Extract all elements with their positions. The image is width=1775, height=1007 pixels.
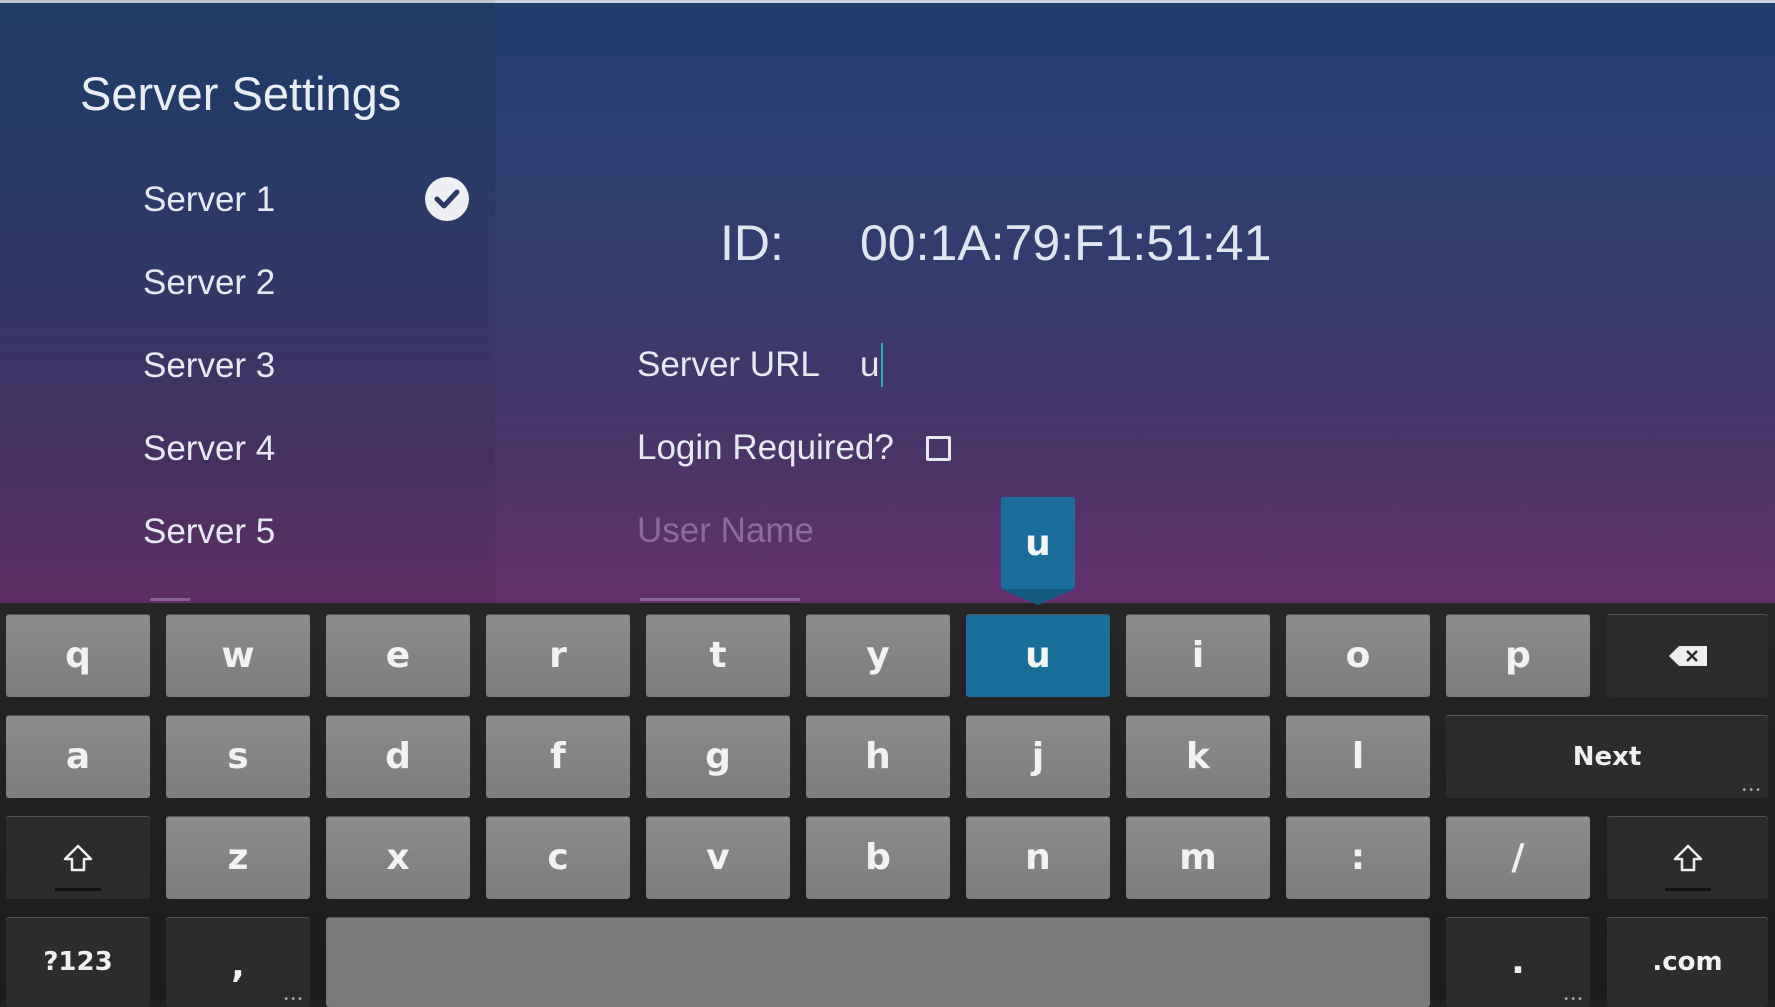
- backspace-key[interactable]: [1607, 614, 1768, 697]
- key-j[interactable]: j: [966, 715, 1110, 798]
- username-input[interactable]: User Name: [637, 511, 814, 551]
- key-f[interactable]: f: [486, 715, 630, 798]
- key-d[interactable]: d: [326, 715, 470, 798]
- server-item-5[interactable]: Server 5: [143, 512, 275, 552]
- key-q[interactable]: q: [6, 614, 150, 697]
- shift-key-left[interactable]: [6, 816, 150, 899]
- key-c[interactable]: c: [486, 816, 630, 899]
- key-y[interactable]: y: [806, 614, 950, 697]
- more-options-dots: •••: [283, 994, 304, 1005]
- key-p[interactable]: p: [1446, 614, 1590, 697]
- key-i[interactable]: i: [1126, 614, 1270, 697]
- key-k[interactable]: k: [1126, 715, 1270, 798]
- login-required-checkbox[interactable]: [926, 436, 951, 461]
- key-e[interactable]: e: [326, 614, 470, 697]
- shift-key-right[interactable]: [1607, 816, 1768, 899]
- key-w[interactable]: w: [166, 614, 310, 697]
- symbols-key[interactable]: ?123: [6, 917, 150, 1007]
- key-h[interactable]: h: [806, 715, 950, 798]
- login-required-label: Login Required?: [637, 428, 894, 467]
- dotcom-key[interactable]: .com: [1607, 917, 1768, 1007]
- key-o[interactable]: o: [1286, 614, 1430, 697]
- server-item-4[interactable]: Server 4: [143, 429, 275, 469]
- comma-key[interactable]: , •••: [166, 917, 310, 1007]
- server-url-value: u: [860, 345, 880, 384]
- id-label: ID:: [720, 215, 784, 271]
- key-colon[interactable]: :: [1286, 816, 1430, 899]
- server-url-input[interactable]: u: [860, 340, 1460, 390]
- backspace-icon: [1668, 645, 1707, 666]
- shift-icon: [63, 844, 93, 871]
- key-v[interactable]: v: [646, 816, 790, 899]
- password-field-partial: [640, 598, 800, 601]
- partial-item: [150, 598, 190, 601]
- server-item-1[interactable]: Server 1: [143, 180, 275, 220]
- text-caret: [881, 343, 884, 387]
- shift-icon: [1673, 844, 1702, 871]
- server-item-2[interactable]: Server 2: [143, 263, 275, 303]
- key-z[interactable]: z: [166, 816, 310, 899]
- key-a[interactable]: a: [6, 715, 150, 798]
- key-t[interactable]: t: [646, 614, 790, 697]
- shift-indicator: [55, 888, 101, 891]
- check-circle-icon: [425, 177, 469, 221]
- next-key[interactable]: Next •••: [1446, 715, 1768, 798]
- period-key[interactable]: . •••: [1446, 917, 1590, 1007]
- key-l[interactable]: l: [1286, 715, 1430, 798]
- on-screen-keyboard: q w e r t y u i o p a s d f g h j k l Ne…: [0, 603, 1775, 1007]
- key-x[interactable]: x: [326, 816, 470, 899]
- shift-indicator: [1664, 888, 1711, 891]
- more-options-dots: •••: [1741, 785, 1762, 796]
- space-bar[interactable]: [326, 917, 1430, 1007]
- more-options-dots: •••: [1563, 994, 1584, 1005]
- key-u[interactable]: u: [966, 614, 1110, 697]
- key-preview-pointer: [1001, 589, 1075, 605]
- key-g[interactable]: g: [646, 715, 790, 798]
- key-preview-popup: u: [1001, 497, 1075, 589]
- key-n[interactable]: n: [966, 816, 1110, 899]
- key-m[interactable]: m: [1126, 816, 1270, 899]
- key-slash[interactable]: /: [1446, 816, 1590, 899]
- page-title: Server Settings: [80, 67, 402, 120]
- key-r[interactable]: r: [486, 614, 630, 697]
- server-settings-screen: Server Settings Server 1 Server 2 Server…: [0, 0, 1775, 605]
- server-item-3[interactable]: Server 3: [143, 346, 275, 386]
- key-b[interactable]: b: [806, 816, 950, 899]
- key-s[interactable]: s: [166, 715, 310, 798]
- server-url-label: Server URL: [637, 345, 820, 384]
- id-value: 00:1A:79:F1:51:41: [860, 215, 1272, 271]
